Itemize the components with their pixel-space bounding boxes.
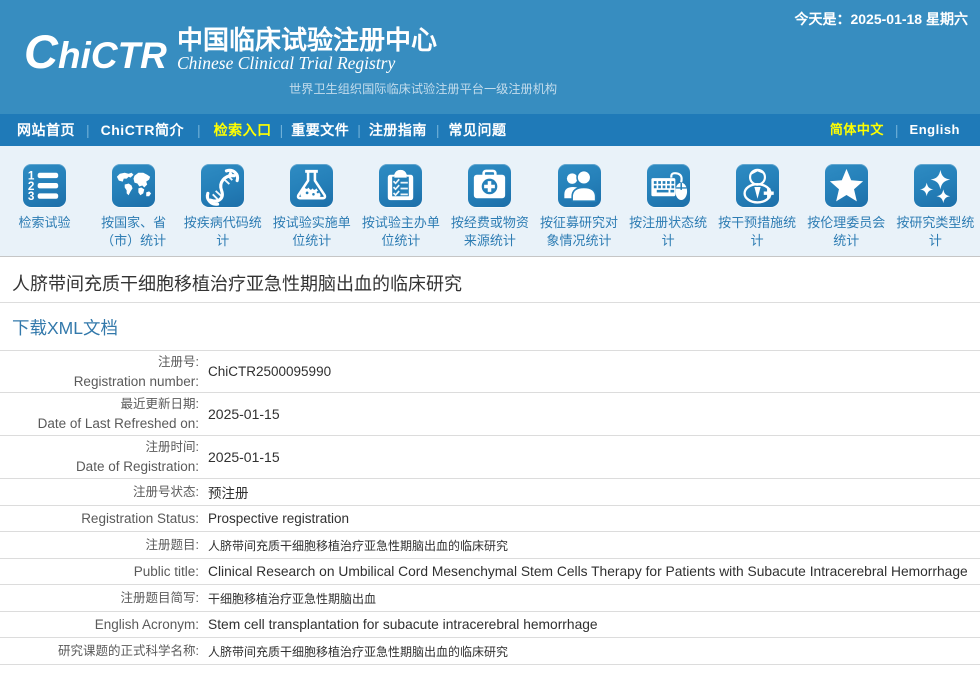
svg-text:3: 3 (28, 190, 35, 203)
